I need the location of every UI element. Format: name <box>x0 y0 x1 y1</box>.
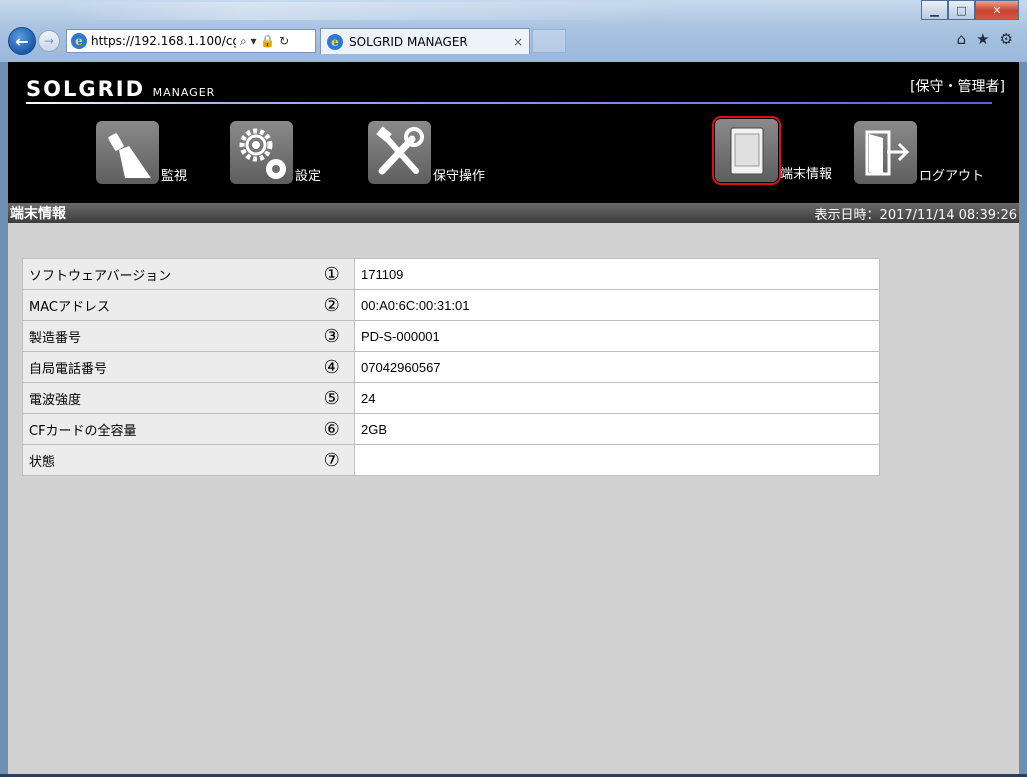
table-row: 状態 ⑦ <box>22 444 880 476</box>
table-row: ソフトウェアバージョン ① 171109 <box>22 258 880 290</box>
row-value: 24 <box>354 382 880 414</box>
device-icon <box>712 116 781 185</box>
menu-item-device-info[interactable]: 端末情報 <box>712 116 833 185</box>
back-button[interactable]: ← <box>8 27 36 55</box>
close-window-button[interactable]: ✕ <box>975 0 1019 20</box>
menu-label-settings: 設定 <box>295 169 322 184</box>
table-row: 自局電話番号 ④ 07042960567 <box>22 351 880 383</box>
address-controls[interactable]: ⌕ ▾ 🔒 ↻ <box>240 34 289 49</box>
row-value: PD-S-000001 <box>354 320 880 352</box>
row-label: MACアドレス <box>22 289 310 321</box>
row-number: ⑥ <box>309 413 355 445</box>
address-bar[interactable]: e https://192.168.1.100/cgi- ⌕ ▾ 🔒 ↻ <box>66 29 316 53</box>
row-label: 自局電話番号 <box>22 351 310 383</box>
row-label: 状態 <box>22 444 310 476</box>
tools-icon <box>368 121 431 184</box>
menu-item-settings[interactable]: 設定 <box>230 121 321 184</box>
settings-gear-icon[interactable]: ⚙ <box>1000 30 1013 48</box>
row-value: 07042960567 <box>354 351 880 383</box>
row-number: ① <box>309 258 355 290</box>
ie-icon: e <box>71 33 87 49</box>
menu-item-logout[interactable]: ログアウト <box>854 121 984 184</box>
forward-button[interactable]: → <box>38 30 60 52</box>
row-value: 171109 <box>354 258 880 290</box>
menu-label-logout: ログアウト <box>919 169 985 184</box>
monitor-icon <box>96 121 159 184</box>
new-tab-button[interactable] <box>532 29 566 53</box>
app-logo: SOLGRID MANAGER <box>26 77 215 101</box>
row-number: ③ <box>309 320 355 352</box>
table-row: 製造番号 ③ PD-S-000001 <box>22 320 880 352</box>
table-row: MACアドレス ② 00:A0:6C:00:31:01 <box>22 289 880 321</box>
row-label: 製造番号 <box>22 320 310 352</box>
tab-title: SOLGRID MANAGER <box>349 34 468 49</box>
row-label: CFカードの全容量 <box>22 413 310 445</box>
browser-tools: ⌂ ★ ⚙ <box>957 30 1013 48</box>
home-icon[interactable]: ⌂ <box>957 30 967 48</box>
row-value <box>354 444 880 476</box>
row-label: 電波強度 <box>22 382 310 414</box>
display-datetime: 表示日時：2017/11/14 08:39:26 <box>814 207 1017 223</box>
logout-icon <box>854 121 917 184</box>
row-number: ④ <box>309 351 355 383</box>
row-value: 00:A0:6C:00:31:01 <box>354 289 880 321</box>
row-value: 2GB <box>354 413 880 445</box>
page-titlebar: 端末情報 表示日時：2017/11/14 08:39:26 <box>8 203 1019 223</box>
logo-sub: MANAGER <box>152 86 216 99</box>
back-arrow-icon: ← <box>15 31 29 51</box>
row-number: ⑦ <box>309 444 355 476</box>
gear-icon <box>230 121 293 184</box>
page-title: 端末情報 <box>10 206 66 222</box>
menu-item-monitor[interactable]: 監視 <box>96 121 187 184</box>
menu-label-device-info: 端末情報 <box>780 167 833 182</box>
menu-item-maintenance[interactable]: 保守操作 <box>368 121 485 184</box>
navigation-row: ← → e https://192.168.1.100/cgi- ⌕ ▾ 🔒 ↻… <box>8 26 566 56</box>
app-header: SOLGRID MANAGER [保守・管理者] 監視 設定 保守操作 端末情報… <box>8 62 1019 203</box>
address-url[interactable]: https://192.168.1.100/cgi- <box>91 34 236 48</box>
browser-titlebar: ▁ □ ✕ ← → e https://192.168.1.100/cgi- ⌕… <box>0 0 1027 62</box>
maximize-button[interactable]: □ <box>948 0 975 20</box>
browser-tab[interactable]: e SOLGRID MANAGER × <box>320 28 530 54</box>
menu-label-maintenance: 保守操作 <box>433 169 486 184</box>
menu-label-monitor: 監視 <box>161 169 188 184</box>
page-content: SOLGRID MANAGER [保守・管理者] 監視 設定 保守操作 端末情報… <box>8 62 1019 774</box>
row-label: ソフトウェアバージョン <box>22 258 310 290</box>
favorites-star-icon[interactable]: ★ <box>976 30 989 48</box>
logo-main: SOLGRID <box>26 77 146 101</box>
logo-underline <box>26 102 992 104</box>
row-number: ⑤ <box>309 382 355 414</box>
window-controls: ▁ □ ✕ <box>921 0 1019 20</box>
tab-close-icon[interactable]: × <box>513 35 529 49</box>
titlebar-glass <box>60 2 680 20</box>
user-role: [保守・管理者] <box>910 79 1005 95</box>
row-number: ② <box>309 289 355 321</box>
table-row: CFカードの全容量 ⑥ 2GB <box>22 413 880 445</box>
table-row: 電波強度 ⑤ 24 <box>22 382 880 414</box>
tab-ie-icon: e <box>327 33 343 50</box>
device-info-table: ソフトウェアバージョン ① 171109 MACアドレス ② 00:A0:6C:00:31… <box>22 258 880 476</box>
minimize-button[interactable]: ▁ <box>921 0 948 20</box>
forward-arrow-icon: → <box>43 34 55 48</box>
